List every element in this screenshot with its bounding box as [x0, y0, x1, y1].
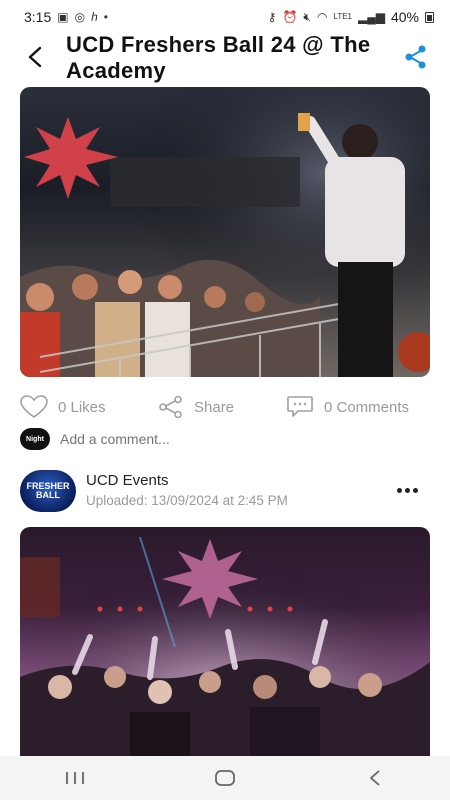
post-actions: 0 Likes Share 0 Comments: [0, 390, 450, 424]
app-icon: h: [91, 10, 98, 24]
alarm-icon: ⏰: [282, 10, 298, 24]
system-back-icon: [370, 770, 380, 786]
recent-apps-icon: [66, 772, 84, 784]
user-avatar: Night: [20, 428, 50, 450]
page-title: UCD Freshers Ball 24 @ The Academy: [66, 32, 371, 83]
share-post-button[interactable]: Share: [158, 390, 234, 424]
comment-input[interactable]: [60, 431, 360, 447]
post-header: FRESHER BALL UCD Events Uploaded: 13/09/…: [20, 468, 430, 514]
more-dot-icon: [412, 487, 418, 493]
header: UCD Freshers Ball 24 @ The Academy: [0, 30, 450, 86]
avatar-line-2: BALL: [36, 490, 60, 500]
network-label: LTE1: [333, 12, 352, 21]
status-right: ⚷ ⏰ 🔇︎ ◠ LTE1 ▂▄▆ 40%: [268, 9, 434, 25]
more-dot-icon: [396, 487, 402, 493]
add-comment-row: Night: [20, 426, 430, 452]
battery-icon: [425, 11, 434, 23]
share-label: Share: [194, 398, 235, 416]
share-outline-icon: [159, 395, 182, 419]
likes-count: 0 Likes: [58, 398, 106, 416]
post-upload-date: Uploaded: 13/09/2024 at 2:45 PM: [86, 493, 288, 508]
back-button[interactable]: [22, 42, 48, 72]
author-avatar[interactable]: FRESHER BALL: [20, 470, 76, 512]
status-left: 3:15 ▣ ◎ h •: [24, 9, 108, 25]
post-photo-concert[interactable]: [20, 87, 430, 377]
home-icon: [215, 770, 235, 786]
mute-icon: 🔇︎: [303, 10, 311, 24]
status-time: 3:15: [24, 9, 52, 25]
like-button[interactable]: 0 Likes: [20, 390, 106, 424]
more-options-button[interactable]: [394, 480, 420, 500]
post-author[interactable]: UCD Events: [86, 472, 169, 489]
comments-button[interactable]: 0 Comments: [286, 390, 409, 424]
home-button[interactable]: [195, 758, 255, 798]
battery-percent: 40%: [390, 9, 419, 25]
post-photo-crowd[interactable]: [20, 527, 430, 757]
more-dot-icon: [404, 487, 410, 493]
comments-count: 0 Comments: [324, 398, 410, 416]
signal-icon: ▂▄▆: [358, 10, 385, 24]
system-nav-bar: [0, 756, 450, 800]
comment-bubble-icon: [287, 396, 313, 417]
share-icon: [405, 45, 426, 69]
heart-icon: [20, 395, 48, 418]
concert-photo-image: [20, 87, 430, 377]
whatsapp-icon: ◎: [74, 10, 86, 24]
key-icon: ⚷: [267, 10, 277, 24]
status-bar: 3:15 ▣ ◎ h • ⚷ ⏰ 🔇︎ ◠ LTE1 ▂▄▆ 40%: [0, 0, 450, 34]
user-avatar-text: Night: [26, 435, 44, 443]
gallery-icon: ▣: [57, 10, 69, 24]
share-button[interactable]: [404, 44, 428, 70]
wifi-icon: ◠: [316, 10, 328, 24]
back-arrow-icon: [28, 46, 42, 68]
recent-apps-button[interactable]: [45, 758, 105, 798]
crowd-photo-image: [20, 527, 430, 757]
notification-dot-icon: •: [103, 10, 108, 24]
system-back-button[interactable]: [345, 758, 405, 798]
